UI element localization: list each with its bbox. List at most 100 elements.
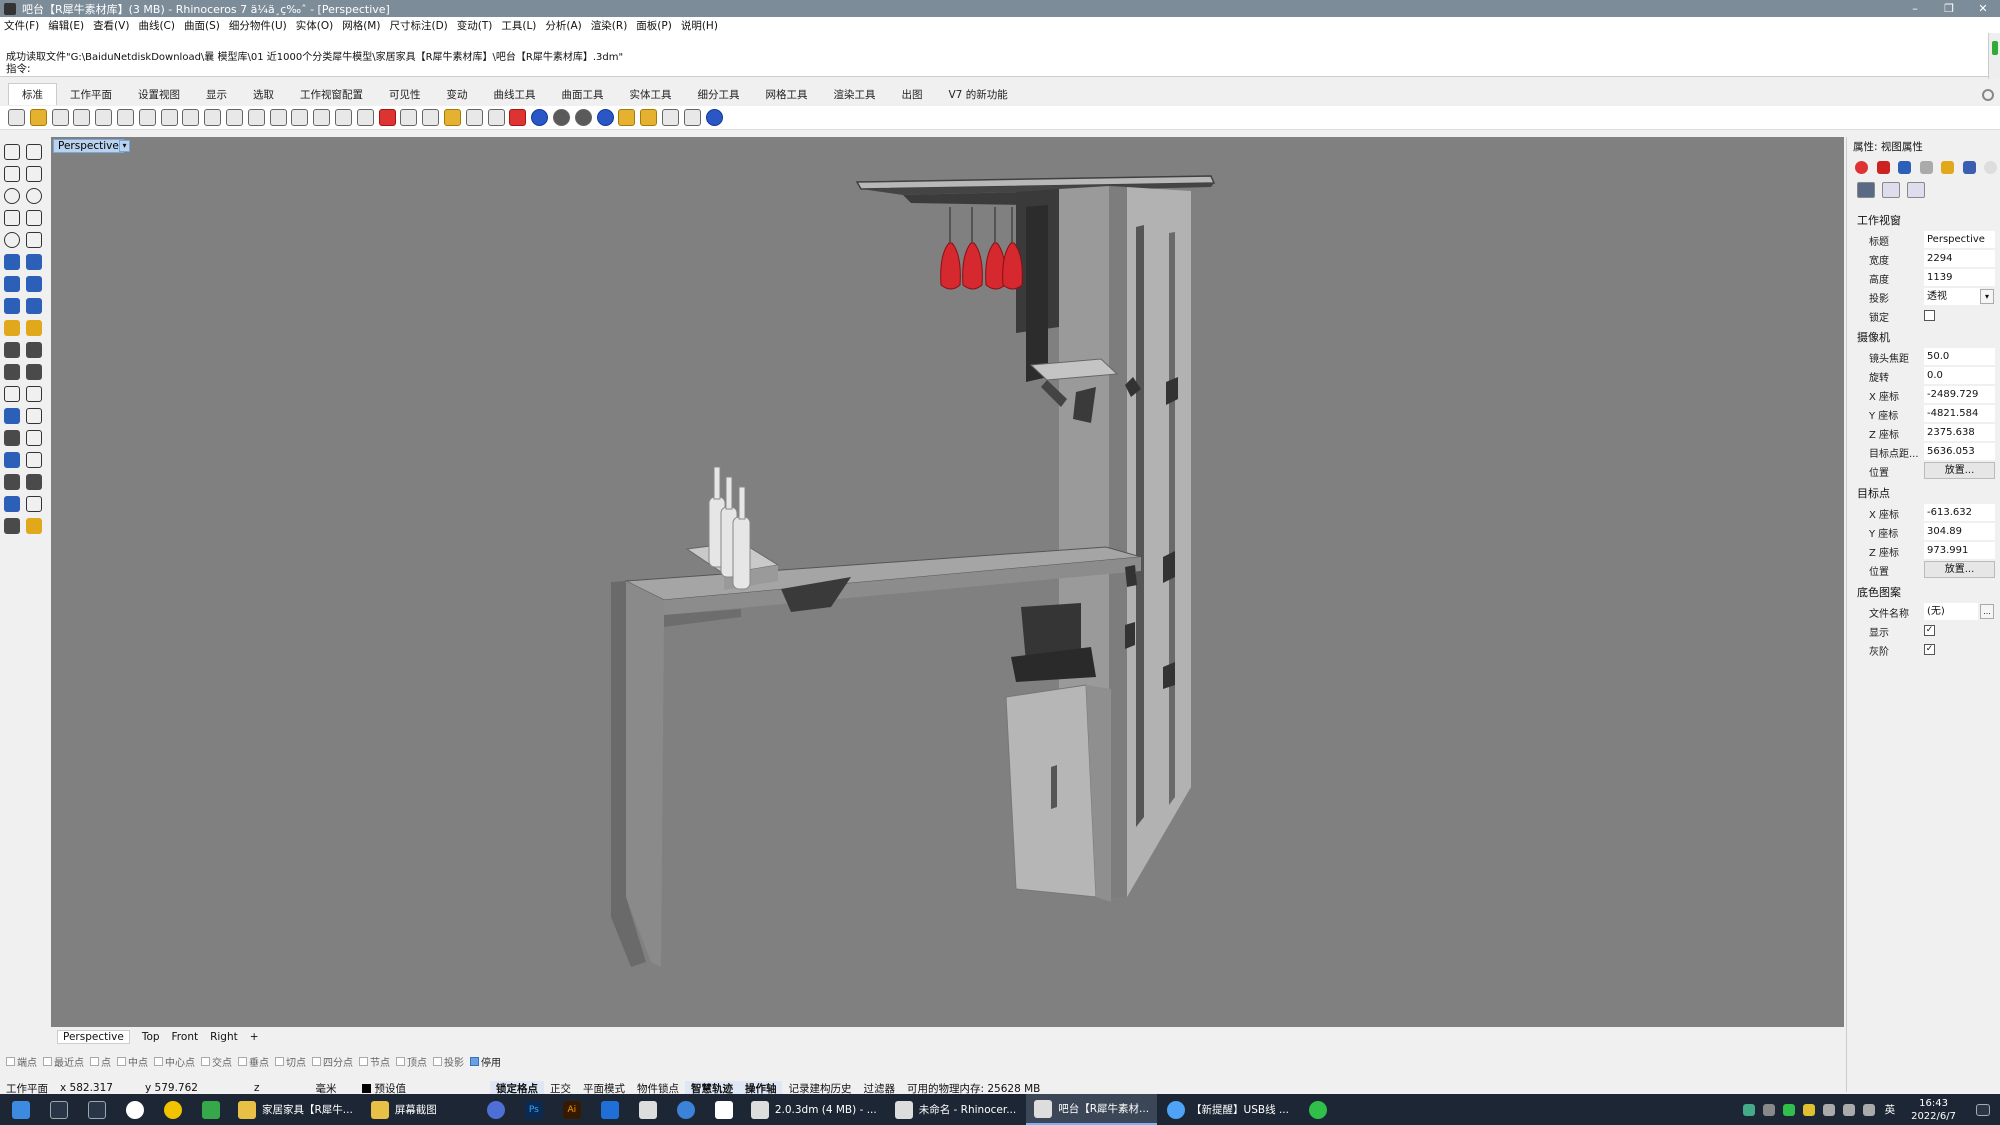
dimension-tool-icon[interactable] (26, 452, 42, 468)
color-wheel-icon[interactable] (531, 109, 549, 126)
viewport-frame-icon[interactable] (1907, 182, 1925, 198)
gear-icon[interactable] (1982, 89, 1994, 101)
polyline-icon[interactable] (4, 166, 20, 182)
boolean-icon[interactable] (4, 320, 20, 336)
taskbar-app-rhino-1[interactable]: 2.0.3dm (4 MB) - ... (743, 1094, 885, 1125)
viewport-tab-front[interactable]: Front (172, 1031, 199, 1043)
move-icon[interactable] (4, 430, 20, 446)
layers-icon[interactable] (1876, 161, 1890, 174)
camera-z-field[interactable]: 2375.638 (1924, 424, 1995, 441)
mesh-icon[interactable] (26, 298, 42, 314)
chrome-icon[interactable] (164, 1100, 182, 1119)
target-distance-field[interactable]: 5636.053 (1924, 443, 1995, 460)
render-settings-icon[interactable] (1882, 182, 1900, 198)
camera-place-button[interactable]: 放置... (1924, 462, 1995, 479)
dimension-icon[interactable] (661, 109, 679, 126)
tab-viewport-layout[interactable]: 工作视窗配置 (287, 84, 376, 105)
select-arrow-icon[interactable] (4, 144, 20, 160)
tab-select[interactable]: 选取 (240, 84, 287, 105)
lock-checkbox[interactable] (1924, 310, 1935, 321)
target-place-button[interactable]: 放置... (1924, 561, 1995, 578)
render-icon[interactable] (596, 109, 614, 126)
select-icon[interactable] (443, 109, 461, 126)
tab-surface-tools[interactable]: 曲面工具 (549, 84, 617, 105)
globe-icon[interactable] (683, 109, 701, 126)
search-icon[interactable] (50, 1100, 68, 1119)
array-icon[interactable] (4, 474, 20, 490)
windows-start-icon[interactable] (12, 1100, 30, 1119)
close-button[interactable]: ✕ (1966, 0, 2000, 17)
tab-render-tools[interactable]: 渲染工具 (821, 84, 889, 105)
display-icon[interactable] (1898, 161, 1911, 174)
menu-surface[interactable]: 曲面(S) (184, 18, 220, 33)
menu-analyze[interactable]: 分析(A) (545, 18, 581, 33)
rendered-sphere-icon[interactable] (574, 109, 592, 126)
projection-select[interactable]: 透视 (1924, 288, 1980, 305)
point-icon[interactable] (26, 144, 42, 160)
menu-file[interactable]: 文件(F) (4, 18, 39, 33)
pan-hand-icon[interactable] (204, 109, 222, 126)
render-tool-icon[interactable] (4, 518, 20, 534)
viewport-tab-perspective[interactable]: Perspective (57, 1030, 130, 1044)
osnap-mid[interactable]: 中点 (117, 1054, 148, 1069)
tab-cplanes[interactable]: 工作平面 (57, 84, 125, 105)
browse-button[interactable]: ... (1980, 604, 1994, 619)
camera-x-field[interactable]: -2489.729 (1924, 386, 1995, 403)
osnap-vertex[interactable]: 顶点 (396, 1054, 427, 1069)
scale-icon[interactable] (26, 408, 42, 424)
target-y-field[interactable]: 304.89 (1924, 523, 1995, 540)
browser-icon[interactable] (486, 1100, 505, 1119)
lens-length-field[interactable]: 50.0 (1924, 348, 1995, 365)
menu-help[interactable]: 说明(H) (681, 18, 718, 33)
osnap-disable[interactable]: 停用 (470, 1054, 501, 1069)
viewport-tab-right[interactable]: Right (210, 1031, 238, 1043)
shaded-sphere-icon[interactable] (552, 109, 570, 126)
paste-icon[interactable] (160, 109, 178, 126)
rotate-icon[interactable] (26, 430, 42, 446)
split-icon[interactable] (26, 342, 42, 358)
new-file-icon[interactable] (8, 109, 25, 126)
tab-solid-tools[interactable]: 实体工具 (617, 84, 685, 105)
osnap-point[interactable]: 点 (90, 1054, 111, 1069)
clock[interactable]: 16:43 2022/6/7 (1911, 1097, 1956, 1123)
zoom-icon[interactable] (247, 109, 265, 126)
arc-icon[interactable] (4, 232, 20, 248)
circle-icon[interactable] (4, 188, 20, 204)
help-pen-icon[interactable] (1919, 161, 1933, 174)
viewport-tab-top[interactable]: Top (142, 1031, 160, 1043)
osnap-project[interactable]: 投影 (433, 1054, 464, 1069)
viewport-menu-arrow-icon[interactable]: ▾ (119, 140, 130, 152)
taskbar-app-folder-1[interactable]: 家居家具【R犀牛... (230, 1094, 361, 1125)
undo-icon[interactable] (182, 109, 200, 126)
properties-color-icon[interactable] (1855, 161, 1868, 174)
volume-icon[interactable] (1862, 1103, 1875, 1116)
minimize-button[interactable]: – (1898, 0, 1932, 17)
print-icon[interactable] (73, 109, 91, 126)
analyze-icon[interactable] (618, 109, 636, 126)
curve-control-points-icon[interactable] (26, 166, 42, 182)
material-icon[interactable] (26, 518, 42, 534)
chevron-down-icon[interactable]: ▾ (1980, 289, 1994, 304)
menu-panels[interactable]: 面板(P) (636, 18, 672, 33)
menu-tools[interactable]: 工具(L) (501, 18, 536, 33)
help-icon[interactable] (705, 109, 723, 126)
check-icon[interactable] (26, 496, 42, 512)
pinned-circle-icon[interactable] (676, 1100, 695, 1119)
light-icon[interactable] (26, 320, 42, 336)
rotation-field[interactable]: 0.0 (1924, 367, 1995, 384)
taskbar-app-browser[interactable]: 【新提醒】USB线 ... (1159, 1094, 1297, 1125)
surface-icon[interactable] (4, 254, 20, 270)
pinned-app-icon[interactable] (126, 1100, 144, 1119)
height-field[interactable]: 1139 (1924, 269, 1995, 286)
perspective-viewport[interactable]: Perspective ▾ (51, 137, 1844, 1027)
fillet-icon[interactable] (4, 386, 20, 402)
menu-subd[interactable]: 细分物件(U) (229, 18, 287, 33)
tab-display[interactable]: 显示 (193, 84, 240, 105)
network-icon[interactable] (1822, 1103, 1835, 1116)
illustrator-icon[interactable]: Ai (562, 1100, 581, 1119)
target-x-field[interactable]: -613.632 (1924, 504, 1995, 521)
rectangle-icon[interactable] (26, 210, 42, 226)
loft-icon[interactable] (26, 254, 42, 270)
sphere-icon[interactable] (26, 276, 42, 292)
task-view-icon[interactable] (88, 1100, 106, 1119)
